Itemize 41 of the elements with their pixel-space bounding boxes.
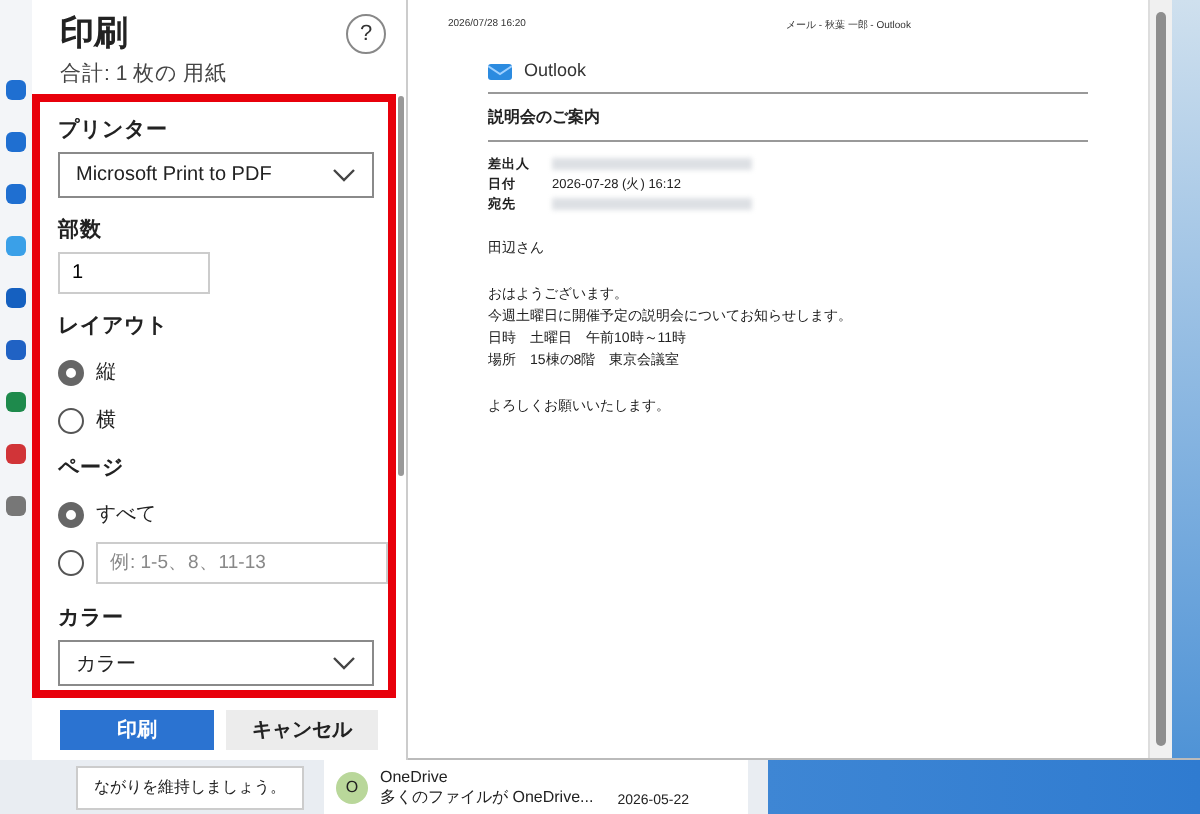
print-button[interactable]: 印刷: [60, 710, 213, 750]
radio-label: すべて: [96, 502, 156, 528]
brand-name: Outlook: [524, 60, 587, 80]
copies-field[interactable]: 1: [58, 252, 210, 294]
help-button[interactable]: ?: [346, 14, 386, 54]
layout-label: レイアウト: [58, 312, 170, 340]
dialog-title: 印刷: [60, 12, 130, 56]
radio-button[interactable]: [58, 549, 84, 575]
scrollbar[interactable]: [398, 96, 404, 476]
radio-label: 縦: [96, 360, 116, 386]
notification-sender: OneDrive: [380, 767, 450, 785]
envelope-icon: [488, 60, 512, 80]
cancel-button[interactable]: キャンセル: [225, 710, 378, 750]
app-icon[interactable]: [6, 184, 26, 204]
scrollbar[interactable]: [1148, 0, 1172, 758]
app-icon[interactable]: [6, 392, 26, 412]
app-icon[interactable]: [6, 288, 26, 308]
radio-button[interactable]: [58, 501, 84, 527]
color-label: カラー: [58, 604, 126, 632]
mail-subject: 説明会のご案内: [488, 106, 602, 128]
app-icon[interactable]: [6, 496, 26, 516]
radio-button[interactable]: [58, 407, 84, 433]
page-range-field[interactable]: 例: 1-5、8、11-13: [96, 541, 388, 583]
radio-label: 横: [96, 407, 116, 434]
printer-label: プリンター: [58, 116, 170, 144]
notification-preview: 多くのファイルが OneDrive...: [380, 785, 594, 807]
app-icon[interactable]: [6, 132, 26, 152]
app-icon[interactable]: [6, 444, 26, 464]
radio-button[interactable]: [58, 359, 84, 385]
sheet-count: 合計: 1 枚の 用紙: [60, 60, 228, 88]
app-icon[interactable]: [6, 340, 26, 360]
avatar-circle: O: [336, 771, 368, 803]
pages-label: ページ: [58, 454, 126, 482]
color-dropdown[interactable]: カラー: [58, 640, 374, 686]
copies-label: 部数: [58, 216, 104, 244]
app-icon[interactable]: [6, 236, 26, 256]
printer-dropdown[interactable]: Microsoft Print to PDF: [58, 152, 374, 198]
chevron-down-icon: [332, 655, 356, 671]
app-icon[interactable]: [6, 80, 26, 100]
chevron-down-icon: [332, 167, 356, 183]
background-card-text: ながりを維持しましょう。: [76, 765, 304, 809]
